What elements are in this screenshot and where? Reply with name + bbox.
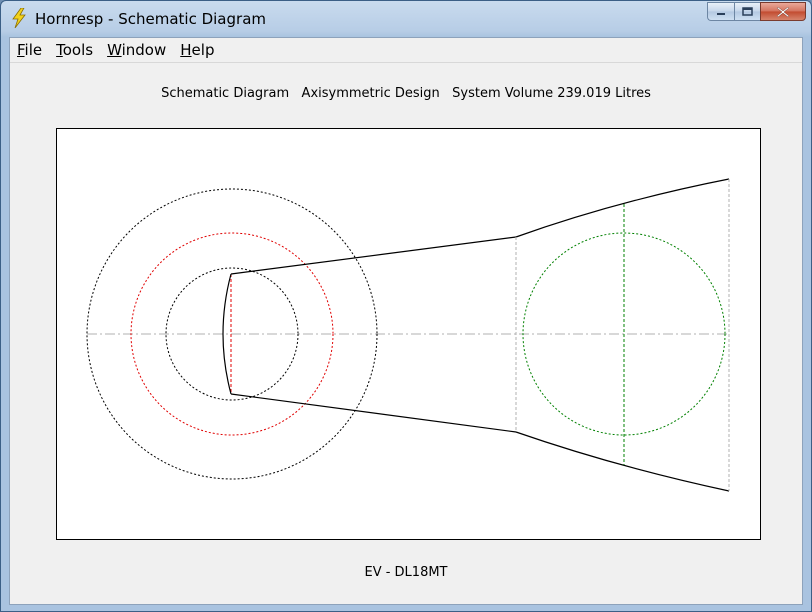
title-bar[interactable]: Hornresp - Schematic Diagram [1,1,811,35]
horn-upper-2 [515,178,730,238]
window-controls [707,2,806,22]
close-button[interactable] [760,2,806,21]
schematic-diagram [86,178,730,492]
maximize-icon [742,7,753,16]
maximize-button[interactable] [734,2,760,21]
minimize-button[interactable] [707,2,734,21]
lightning-bolt-icon [10,7,28,29]
menu-help[interactable]: Help [180,41,214,59]
close-icon [777,6,789,17]
diagram-heading: Schematic Diagram Axisymmetric Design Sy… [161,86,651,101]
schematic-canvas [56,128,761,540]
app-window: Hornresp - Schematic Diagram File Tools … [0,0,812,612]
horn-lower-1 [230,393,517,433]
menu-bar: File Tools Window Help [10,38,802,63]
client-area: File Tools Window Help Schematic Diagram… [9,37,803,605]
menu-file[interactable]: File [17,41,42,59]
diagram-caption: EV - DL18MT [364,565,448,580]
menu-tools[interactable]: Tools [56,41,93,59]
horn-upper-1 [230,236,517,275]
window-title: Hornresp - Schematic Diagram [35,10,266,28]
horn-lower-2 [515,431,730,492]
menu-window[interactable]: Window [107,41,166,59]
minimize-icon [717,12,725,15]
